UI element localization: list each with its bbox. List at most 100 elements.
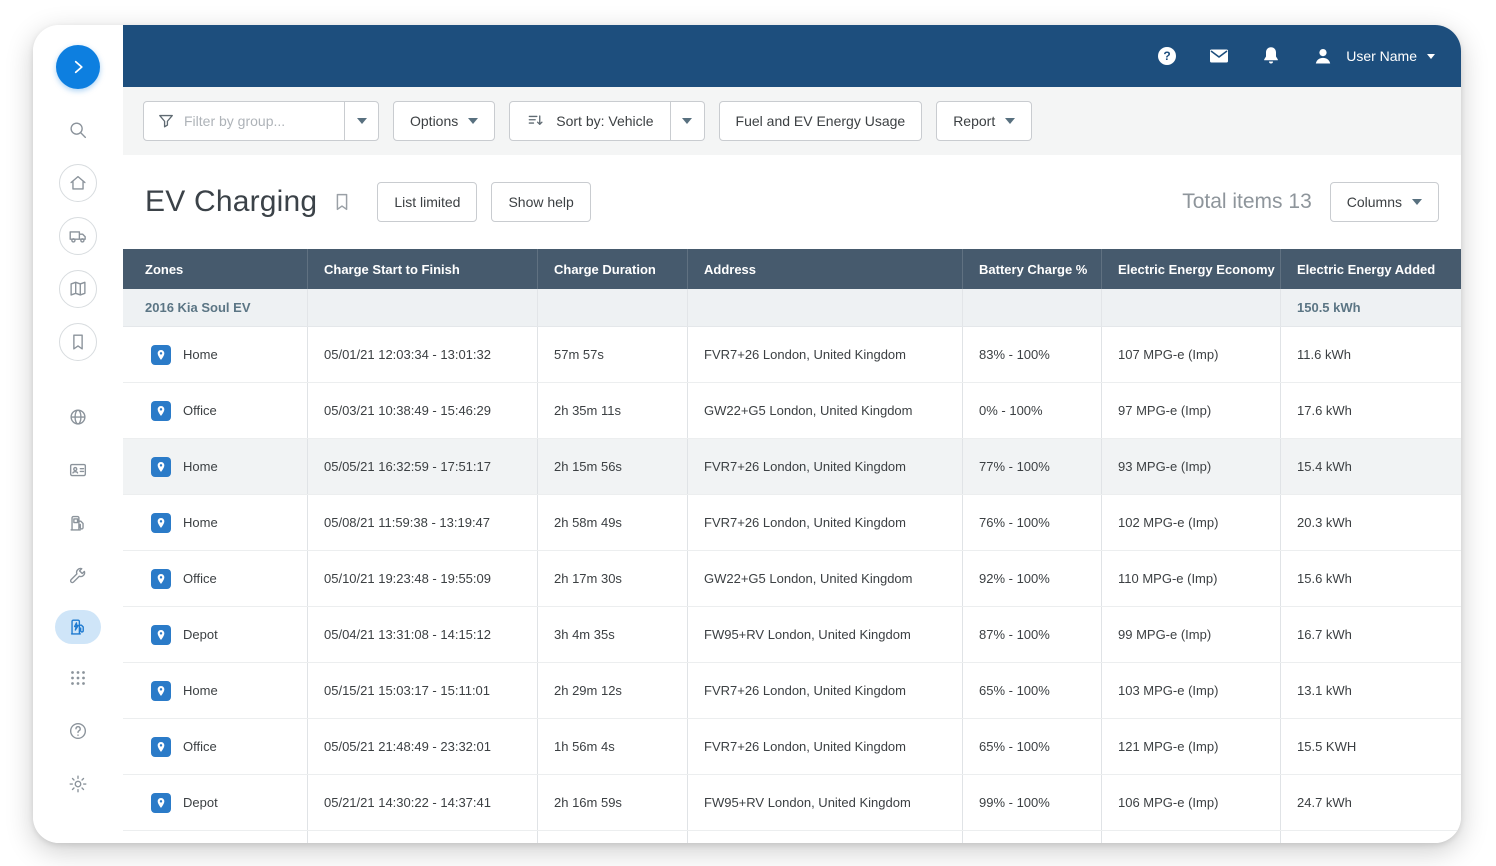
fuel-pump-icon <box>67 512 89 534</box>
vehicle-group-row[interactable]: 2016 Kia Soul EV 150.5 kWh <box>123 289 1461 327</box>
zone-cell: Office <box>123 719 308 774</box>
charge-duration: 2h 16m 59s <box>538 775 688 830</box>
column-header-energy-added[interactable]: Electric Energy Added <box>1281 249 1461 289</box>
globe-icon <box>67 406 89 428</box>
table-row[interactable]: Home 05/15/21 15:03:17 - 15:11:01 2h 29m… <box>123 663 1461 719</box>
user-menu[interactable]: User Name <box>1310 43 1435 69</box>
ev-charging-table: Zones Charge Start to Finish Charge Dura… <box>123 249 1461 843</box>
sidebar-item-ev-charging[interactable] <box>55 610 101 644</box>
zone-name: Office <box>183 739 217 754</box>
table-row[interactable]: Depot 05/21/21 14:30:22 - 14:37:41 2h 16… <box>123 775 1461 831</box>
sidebar-expand-button[interactable] <box>56 45 100 89</box>
fuel-ev-energy-usage-button[interactable]: Fuel and EV Energy Usage <box>719 101 923 141</box>
energy-added: 13.1 kWh <box>1281 663 1461 718</box>
zone-name: Office <box>183 571 217 586</box>
table-row[interactable]: Office 05/03/21 10:38:49 - 15:46:29 2h 3… <box>123 383 1461 439</box>
energy-economy: 102 MPG-e (Imp) <box>1102 495 1281 550</box>
column-header-battery-charge[interactable]: Battery Charge % <box>963 249 1102 289</box>
bookmark-icon[interactable] <box>331 191 353 213</box>
user-name: User Name <box>1346 48 1417 64</box>
address: FW95+RV London, United Kingdom <box>688 607 963 662</box>
sidebar-item-fuel[interactable] <box>59 504 97 542</box>
chevron-down-icon <box>1427 54 1435 59</box>
table-row[interactable]: Depot 05/04/21 13:31:08 - 14:15:12 3h 4m… <box>123 607 1461 663</box>
battery-charge: 0% - 100% <box>963 383 1102 438</box>
sidebar-item-search[interactable] <box>59 111 97 149</box>
sidebar-item-settings[interactable] <box>59 765 97 803</box>
id-card-icon <box>67 459 89 481</box>
battery-charge: 83% - 100% <box>963 327 1102 382</box>
help-icon[interactable]: ? <box>1154 43 1180 69</box>
charge-start-finish: 05/10/21 19:23:48 - 19:55:09 <box>308 551 538 606</box>
zone-name: Home <box>183 459 218 474</box>
address: FVR7+26 London, United Kingdom <box>688 719 963 774</box>
column-header-zones[interactable]: Zones <box>123 249 308 289</box>
sidebar-item-driver-id[interactable] <box>59 451 97 489</box>
sort-button[interactable]: Sort by: Vehicle <box>509 101 670 141</box>
table-row[interactable]: Home 05/05/21 16:32:59 - 17:51:17 2h 15m… <box>123 439 1461 495</box>
sidebar-item-places[interactable] <box>59 323 97 361</box>
ev-charging-icon <box>67 616 89 638</box>
zone-name: Home <box>183 347 218 362</box>
table-row[interactable]: Office 05/10/21 19:23:48 - 19:55:09 2h 1… <box>123 551 1461 607</box>
zone-cell: Home <box>123 327 308 382</box>
app-window: ? User Name Op <box>33 25 1461 843</box>
top-navbar: ? User Name <box>123 25 1461 87</box>
zone-pin-icon <box>151 625 171 645</box>
battery-charge: 99% - 100% <box>963 775 1102 830</box>
energy-added: 15.4 kWh <box>1281 439 1461 494</box>
column-header-address[interactable]: Address <box>688 249 963 289</box>
column-header-charge-start-finish[interactable]: Charge Start to Finish <box>308 249 538 289</box>
zone-pin-icon <box>151 513 171 533</box>
table-row[interactable]: Home 05/01/21 12:03:34 - 13:01:32 57m 57… <box>123 327 1461 383</box>
zone-name: Depot <box>183 795 218 810</box>
charge-start-finish: 05/15/21 15:03:17 - 15:11:01 <box>308 663 538 718</box>
column-header-energy-economy[interactable]: Electric Energy Economy <box>1102 249 1281 289</box>
columns-button[interactable]: Columns <box>1330 182 1439 222</box>
sort-dropdown-button[interactable] <box>671 101 705 141</box>
sidebar-item-apps[interactable] <box>59 659 97 697</box>
energy-added: 16.7 kWh <box>1281 607 1461 662</box>
bookmark-icon <box>67 331 89 353</box>
filter-dropdown-button[interactable] <box>344 102 378 140</box>
zone-name: Home <box>183 683 218 698</box>
notifications-bell-icon[interactable] <box>1258 43 1284 69</box>
column-header-charge-duration[interactable]: Charge Duration <box>538 249 688 289</box>
sidebar-item-home[interactable] <box>59 164 97 202</box>
address: GW22+G5 London, United Kingdom <box>688 383 963 438</box>
options-button[interactable]: Options <box>393 101 495 141</box>
zone-pin-icon <box>151 345 171 365</box>
chevron-down-icon <box>357 118 367 124</box>
charge-duration: 57m 57s <box>538 327 688 382</box>
toolbar: Options Sort by: Vehicle Fuel and EV Ene… <box>123 87 1461 155</box>
zone-cell: Depot <box>123 607 308 662</box>
table-header-row: Zones Charge Start to Finish Charge Dura… <box>123 249 1461 289</box>
charge-start-finish: 05/08/21 11:59:38 - 13:19:47 <box>308 495 538 550</box>
energy-added: 15.5 KWH <box>1281 719 1461 774</box>
sidebar-item-help[interactable] <box>59 712 97 750</box>
sidebar-item-globe[interactable] <box>59 398 97 436</box>
sidebar-item-vehicles[interactable] <box>59 217 97 255</box>
energy-added: 17.6 kWh <box>1281 383 1461 438</box>
energy-economy: 106 MPG-e (Imp) <box>1102 775 1281 830</box>
filter-group-input[interactable] <box>184 113 336 129</box>
address: FVR7+26 London, United Kingdom <box>688 663 963 718</box>
chevron-down-icon <box>1005 118 1015 124</box>
sidebar-item-maintenance[interactable] <box>59 557 97 595</box>
vehicle-group-total-added: 150.5 kWh <box>1281 289 1461 326</box>
list-limited-button[interactable]: List limited <box>377 182 477 222</box>
energy-economy: 99 MPG-e (Imp) <box>1102 607 1281 662</box>
show-help-button[interactable]: Show help <box>491 182 590 222</box>
zone-pin-icon <box>151 457 171 477</box>
filter-funnel-icon <box>156 111 176 131</box>
charge-duration: 3h 4m 35s <box>538 607 688 662</box>
table-row[interactable]: Office 05/05/21 21:48:49 - 23:32:01 1h 5… <box>123 719 1461 775</box>
sidebar-item-map[interactable] <box>59 270 97 308</box>
report-button[interactable]: Report <box>936 101 1032 141</box>
avatar <box>1310 43 1336 69</box>
charge-duration: 2h 35m 11s <box>538 383 688 438</box>
mail-icon[interactable] <box>1206 43 1232 69</box>
table-row[interactable]: Home 05/08/21 11:59:38 - 13:19:47 2h 58m… <box>123 495 1461 551</box>
charge-duration: 2h 29m 12s <box>538 663 688 718</box>
charge-duration: 2h 17m 30s <box>538 551 688 606</box>
